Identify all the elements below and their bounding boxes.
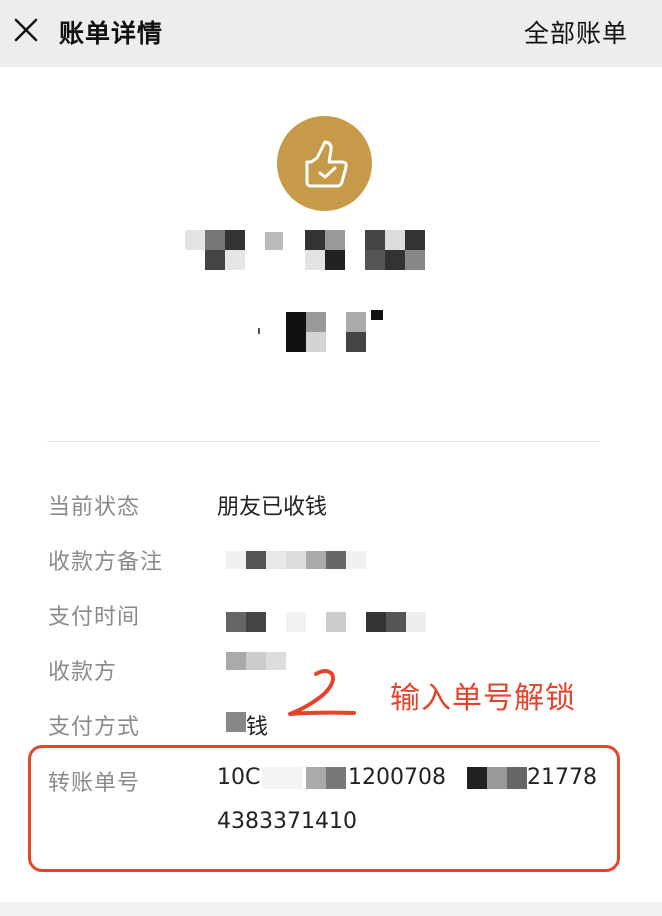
- payment-time-label: 支付时间: [48, 605, 141, 630]
- redacted-payment-time: [226, 612, 431, 632]
- payee-label: 收款方: [48, 660, 118, 685]
- payment-method-label: 支付方式: [48, 715, 141, 740]
- redacted-payee-name: [185, 230, 447, 272]
- close-icon[interactable]: [12, 16, 40, 44]
- redacted-amount: [258, 310, 388, 354]
- redacted-payment-method: [226, 712, 246, 732]
- bottom-strip: [0, 902, 662, 916]
- payment-method-value: 钱: [246, 715, 269, 740]
- status-value: 朋友已收钱: [217, 495, 328, 520]
- highlight-box: [28, 745, 620, 872]
- all-bills-link[interactable]: 全部账单: [524, 14, 628, 50]
- annotation-number-icon: [286, 668, 358, 722]
- top-bar: 账单详情 全部账单: [0, 0, 662, 67]
- divider: [47, 441, 600, 442]
- thumbs-up-icon: [277, 116, 372, 211]
- redacted-payee: [226, 652, 288, 670]
- redacted-payee-note: [226, 551, 366, 569]
- payee-note-label: 收款方备注: [48, 550, 164, 575]
- annotation-text: 输入单号解锁: [390, 681, 576, 716]
- status-label: 当前状态: [48, 495, 141, 520]
- page-title: 账单详情: [59, 19, 164, 48]
